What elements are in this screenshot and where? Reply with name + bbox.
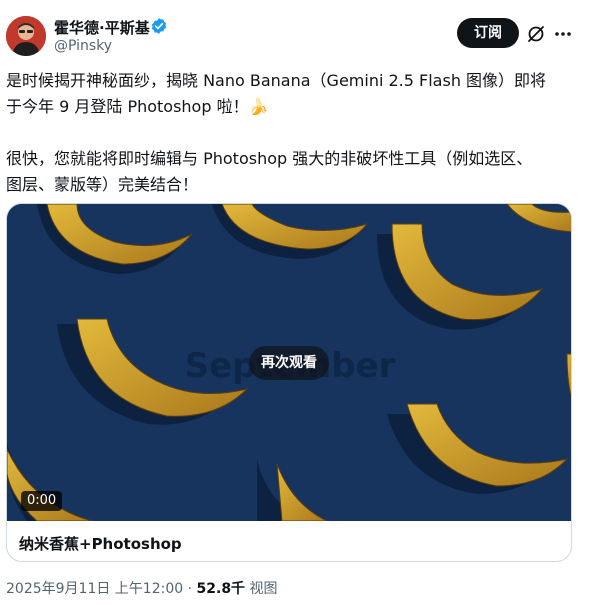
tweet-header: 霍华德·平斯基 @Pinsky 订阅 [0,0,599,64]
avatar[interactable] [6,16,46,56]
tweet-line: 于今年 9 月登陆 Photoshop 啦！🍌 [6,97,269,116]
tweet-line: 是时候揭开神秘面纱，揭晓 Nano Banana（Gemini 2.5 Flas… [6,71,547,90]
media-card[interactable]: September 再次观看 0:00 纳米香蕉+Photoshop [6,203,572,562]
more-dots-icon[interactable] [553,24,573,44]
grok-icon[interactable] [526,24,546,44]
tweet-meta: 2025年9月11日 上午12:00 · 52.8千 视图 [6,578,278,598]
tweet-line: 很快，您就能将即时编辑与 Photoshop 强大的非破坏性工具（例如选区、 [6,149,533,168]
views-label: 视图 [249,581,278,597]
tweet-text: 是时候揭开神秘面纱，揭晓 Nano Banana（Gemini 2.5 Flas… [6,68,591,198]
meta-separator: · [187,581,193,597]
timestamp[interactable]: 2025年9月11日 上午12:00 [6,581,183,597]
tweet-line: 图层、蒙版等）完美结合！ [6,175,199,194]
author-name[interactable]: 霍华德·平斯基 [54,17,150,38]
views-count: 52.8千 [196,581,246,597]
subscribe-button[interactable]: 订阅 [457,18,519,48]
video-duration: 0:00 [21,491,63,511]
video-player[interactable]: September 再次观看 0:00 [7,204,571,521]
replay-button[interactable]: 再次观看 [249,346,329,380]
media-caption[interactable]: 纳米香蕉+Photoshop [19,533,182,554]
author-handle[interactable]: @Pinsky [54,38,112,54]
verified-badge-icon [150,17,168,35]
